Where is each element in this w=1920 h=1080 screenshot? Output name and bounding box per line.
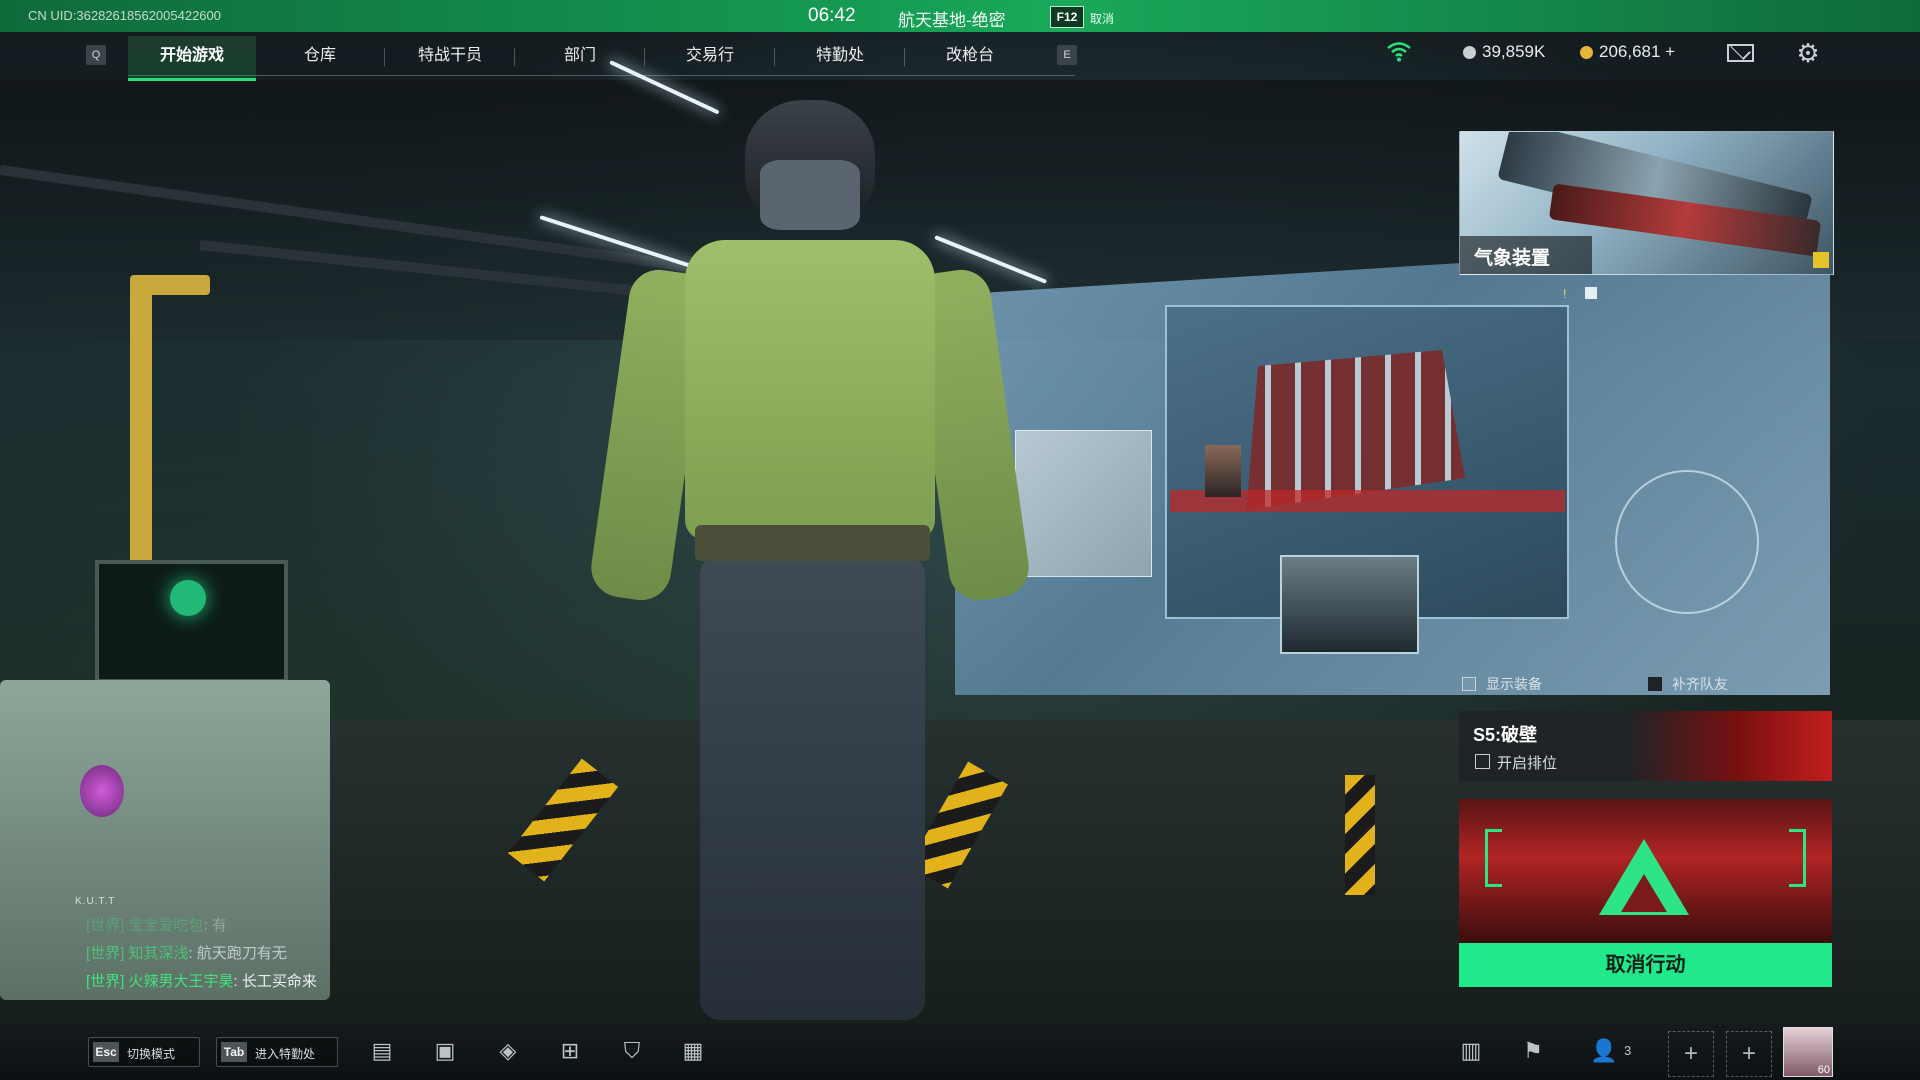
- flag-icon[interactable]: ⚑: [1519, 1040, 1547, 1062]
- season-title: S5:破壁: [1473, 725, 1538, 745]
- player-uid: CN UID:3628261856200542260​0: [28, 8, 221, 23]
- laptop-logo: [170, 580, 206, 616]
- shield-icon[interactable]: ⛉: [618, 1040, 646, 1062]
- mail-icon[interactable]: [1727, 44, 1754, 62]
- match-timer: 06:42: [808, 5, 856, 26]
- avatar-level: 60: [1817, 1064, 1830, 1076]
- nav-divider: [904, 48, 905, 66]
- map-name: 航天基地-绝密: [898, 11, 1006, 30]
- chat-message: 航天跑刀有无: [196, 945, 287, 962]
- esc-keycap: Esc: [93, 1042, 119, 1062]
- cancel-operation-button[interactable]: 取消行动: [1459, 943, 1832, 987]
- square-indicator-icon: [1585, 287, 1597, 299]
- add-teammate-slot[interactable]: +: [1668, 1031, 1714, 1077]
- nav-underline: [128, 75, 1075, 76]
- shop-bag-icon[interactable]: ▣: [431, 1040, 459, 1062]
- switch-mode-hint[interactable]: Esc 切换模式: [88, 1037, 200, 1067]
- promo-banner[interactable]: 气象装置: [1459, 131, 1834, 275]
- main-nav: Q 开始游戏 仓库 特战干员 部门 交易行 特勤处 改枪台 E: [40, 36, 1077, 81]
- friends-icon[interactable]: 👤: [1590, 1040, 1618, 1062]
- cart-icon[interactable]: ⊞: [556, 1040, 584, 1062]
- alert-icon: !: [1563, 287, 1567, 301]
- chat-username[interactable]: 知其深浅: [129, 945, 189, 962]
- gold-coin-icon: [1580, 46, 1593, 59]
- chat-channel-tag: [世界]: [86, 945, 125, 962]
- silver-currency: 39,859K: [1482, 42, 1546, 61]
- character-mask: [760, 160, 860, 230]
- gear-icon[interactable]: ⚙: [1795, 40, 1821, 66]
- chat-username[interactable]: 宝宝爱吃包: [129, 917, 204, 934]
- nav-divider: [774, 48, 775, 66]
- chat-message: 长工买命来: [241, 973, 317, 990]
- character-belt: [695, 525, 930, 561]
- laptop-screen: [95, 560, 288, 683]
- promo-corner-icon: [1813, 252, 1829, 268]
- fill-team-checkbox[interactable]: [1648, 677, 1662, 691]
- show-gear-label: 显示装备: [1486, 676, 1542, 692]
- chat-line: [世界] 知其深浅: 航天跑刀有无: [86, 945, 287, 962]
- season-panel[interactable]: S5:破壁 开启排位: [1459, 711, 1832, 781]
- ranked-checkbox[interactable]: [1475, 754, 1490, 769]
- wifi-icon: [1387, 42, 1411, 62]
- operator-character: [587, 100, 1033, 1020]
- chat-icon[interactable]: ▤: [368, 1040, 396, 1062]
- character-torso: [685, 240, 935, 540]
- chat-line: [世界] 宝宝爱吃包: 有: [86, 917, 227, 934]
- frame-bracket-right: [1789, 829, 1806, 887]
- intel-circle: [1615, 470, 1759, 614]
- console-sticker: [80, 765, 124, 817]
- fill-team-label: 补齐队友: [1672, 676, 1728, 692]
- tab-operators[interactable]: 特战干员: [386, 36, 514, 78]
- ranked-label: 开启排位: [1497, 755, 1558, 772]
- nav-prev-key[interactable]: Q: [86, 45, 106, 65]
- tab-keycap: Tab: [221, 1042, 247, 1062]
- chat-line: [世界] 火辣男大王宇昊: 长工买命来: [86, 973, 317, 990]
- gold-currency[interactable]: 206,681 +: [1599, 42, 1675, 62]
- yellow-pipe: [130, 275, 210, 295]
- friends-count: 3: [1624, 1043, 1632, 1058]
- intel-portrait: [1205, 445, 1241, 497]
- silver-coin-icon: [1463, 46, 1476, 59]
- chat-message: 有: [211, 917, 227, 934]
- enter-service-label: 进入特勤处: [255, 1047, 316, 1061]
- badge-text: K.U.T.T: [75, 896, 116, 907]
- character-legs: [700, 555, 925, 1020]
- tab-gunsmith[interactable]: 改枪台: [906, 36, 1034, 78]
- badge-icon[interactable]: ◈: [494, 1040, 522, 1062]
- chat-username[interactable]: 火辣男大王宇昊: [129, 973, 234, 990]
- operation-logo-inner: [1621, 874, 1667, 912]
- chat-channel-tag: [世界]: [86, 917, 125, 934]
- nav-next-key[interactable]: E: [1057, 45, 1077, 65]
- operation-card: [1459, 799, 1832, 943]
- tab-warehouse[interactable]: 仓库: [256, 36, 384, 78]
- nav-divider: [514, 48, 515, 66]
- top-status-bar: CN UID:3628261856200542260​0 06:42 航天基地-…: [0, 0, 1920, 32]
- nav-divider: [384, 48, 385, 66]
- nav-divider: [644, 48, 645, 66]
- frame-bracket-left: [1485, 829, 1502, 887]
- add-teammate-slot[interactable]: +: [1726, 1031, 1772, 1077]
- f12-keycap[interactable]: F12: [1050, 6, 1084, 28]
- tab-department[interactable]: 部门: [516, 36, 644, 78]
- avatar[interactable]: 60: [1783, 1027, 1833, 1077]
- intel-face-image: [1280, 555, 1419, 654]
- chat-channel-tag: [世界]: [86, 973, 125, 990]
- tab-trading[interactable]: 交易行: [646, 36, 774, 78]
- enter-service-hint[interactable]: Tab 进入特勤处: [216, 1037, 338, 1067]
- hazard-stripe: [1345, 775, 1375, 895]
- show-gear-checkbox[interactable]: [1462, 677, 1476, 691]
- bottom-bar: Esc 切换模式 Tab 进入特勤处 ▤ ▣ ◈ ⊞ ⛉ ▦ ▥ ⚑ 👤 3 +…: [0, 1023, 1920, 1080]
- f12-cancel-label[interactable]: 取消: [1090, 10, 1114, 27]
- intel-map: [1015, 430, 1152, 577]
- stats-icon[interactable]: ▥: [1457, 1040, 1485, 1062]
- tab-special-service[interactable]: 特勤处: [776, 36, 904, 78]
- calendar-icon[interactable]: ▦: [679, 1040, 707, 1062]
- switch-mode-label: 切换模式: [127, 1047, 176, 1061]
- promo-title: 气象装置: [1474, 248, 1551, 269]
